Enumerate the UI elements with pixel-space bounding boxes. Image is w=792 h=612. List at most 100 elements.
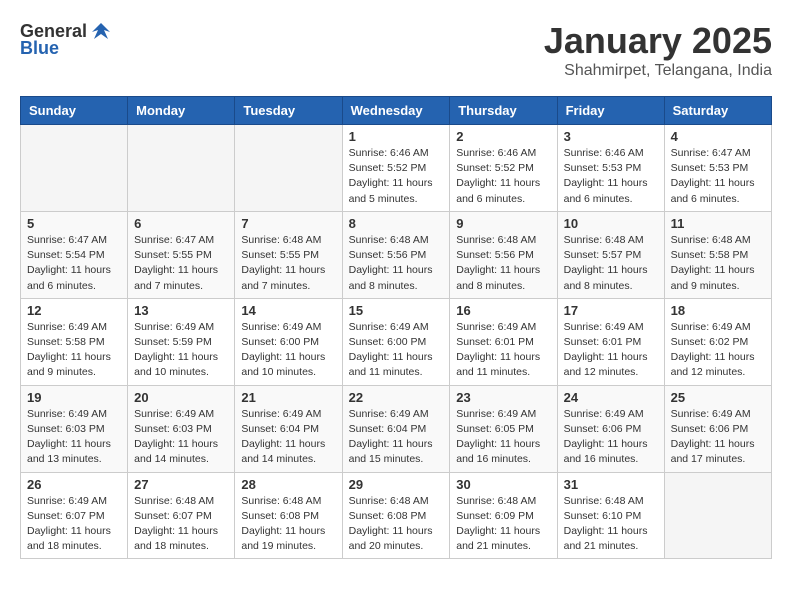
day-number: 9 (456, 216, 550, 231)
page-header: General Blue January 2025 Shahmirpet, Te… (20, 20, 772, 80)
week-row-3: 12 Sunrise: 6:49 AM Sunset: 5:58 PM Dayli… (21, 298, 772, 385)
day-info: Sunrise: 6:48 AM Sunset: 6:10 PM Dayligh… (564, 494, 658, 555)
calendar-cell: 20Sunrise: 6:49 AM Sunset: 6:03 PM Dayli… (128, 385, 235, 472)
calendar-cell: 19Sunrise: 6:49 AM Sunset: 6:03 PM Dayli… (21, 385, 128, 472)
day-number: 13 (134, 303, 228, 318)
day-number: 31 (564, 477, 658, 492)
day-info: Sunrise: 6:49 AM Sunset: 6:03 PM Dayligh… (134, 407, 228, 468)
location-text: Shahmirpet, Telangana, India (544, 62, 772, 80)
logo: General Blue (20, 20, 113, 59)
day-number: 1 (349, 129, 444, 144)
day-info: Sunrise: 6:48 AM Sunset: 6:07 PM Dayligh… (134, 494, 228, 555)
calendar-cell: 11 Sunrise: 6:48 AM Sunset: 5:58 PM Dayli… (664, 211, 771, 298)
calendar-cell: 10 Sunrise: 6:48 AM Sunset: 5:57 PM Dayli… (557, 211, 664, 298)
calendar-cell: 25Sunrise: 6:49 AM Sunset: 6:06 PM Dayli… (664, 385, 771, 472)
day-info: Sunrise: 6:49 AM Sunset: 6:04 PM Dayligh… (349, 407, 444, 468)
day-number: 19 (27, 390, 121, 405)
day-number: 25 (671, 390, 765, 405)
day-info: Sunrise: 6:49 AM Sunset: 6:05 PM Dayligh… (456, 407, 550, 468)
day-number: 16 (456, 303, 550, 318)
day-number: 17 (564, 303, 658, 318)
day-number: 2 (456, 129, 550, 144)
day-info: Sunrise: 6:49 AM Sunset: 6:00 PM Dayligh… (349, 320, 444, 381)
calendar-cell (128, 125, 235, 212)
day-info: Sunrise: 6:49 AM Sunset: 5:59 PM Dayligh… (134, 320, 228, 381)
calendar-cell (664, 472, 771, 559)
title-section: January 2025 Shahmirpet, Telangana, Indi… (544, 20, 772, 80)
day-info: Sunrise: 6:47 AM Sunset: 5:53 PM Dayligh… (671, 146, 765, 207)
day-number: 30 (456, 477, 550, 492)
day-number: 12 (27, 303, 121, 318)
day-number: 10 (564, 216, 658, 231)
day-number: 22 (349, 390, 444, 405)
day-number: 23 (456, 390, 550, 405)
day-info: Sunrise: 6:48 AM Sunset: 5:56 PM Dayligh… (456, 233, 550, 294)
day-info: Sunrise: 6:49 AM Sunset: 6:04 PM Dayligh… (241, 407, 335, 468)
day-info: Sunrise: 6:49 AM Sunset: 6:00 PM Dayligh… (241, 320, 335, 381)
day-info: Sunrise: 6:48 AM Sunset: 6:09 PM Dayligh… (456, 494, 550, 555)
calendar-cell: 2 Sunrise: 6:46 AM Sunset: 5:52 PM Daylig… (450, 125, 557, 212)
weekday-header-row: SundayMondayTuesdayWednesdayThursdayFrid… (21, 97, 772, 125)
day-info: Sunrise: 6:47 AM Sunset: 5:54 PM Dayligh… (27, 233, 121, 294)
calendar-cell: 6Sunrise: 6:47 AM Sunset: 5:55 PM Daylig… (128, 211, 235, 298)
calendar-cell: 16 Sunrise: 6:49 AM Sunset: 6:01 PM Dayli… (450, 298, 557, 385)
day-number: 15 (349, 303, 444, 318)
day-number: 18 (671, 303, 765, 318)
day-number: 26 (27, 477, 121, 492)
weekday-header-tuesday: Tuesday (235, 97, 342, 125)
day-info: Sunrise: 6:49 AM Sunset: 5:58 PM Dayligh… (27, 320, 121, 381)
day-number: 21 (241, 390, 335, 405)
calendar-cell: 13 Sunrise: 6:49 AM Sunset: 5:59 PM Dayli… (128, 298, 235, 385)
calendar-cell: 23 Sunrise: 6:49 AM Sunset: 6:05 PM Dayli… (450, 385, 557, 472)
day-info: Sunrise: 6:46 AM Sunset: 5:52 PM Dayligh… (349, 146, 444, 207)
day-info: Sunrise: 6:48 AM Sunset: 6:08 PM Dayligh… (241, 494, 335, 555)
week-row-4: 19 Sunrise: 6:49 AM Sunset: 6:03 PM Dayli… (21, 385, 772, 472)
day-number: 3 (564, 129, 658, 144)
day-info: Sunrise: 6:48 AM Sunset: 5:57 PM Dayligh… (564, 233, 658, 294)
calendar-cell: 5 Sunrise: 6:47 AM Sunset: 5:54 PM Daylig… (21, 211, 128, 298)
day-number: 5 (27, 216, 121, 231)
calendar-cell: 15 Sunrise: 6:49 AM Sunset: 6:00 PM Dayli… (342, 298, 450, 385)
day-number: 8 (349, 216, 444, 231)
day-number: 6 (134, 216, 228, 231)
day-info: Sunrise: 6:49 AM Sunset: 6:01 PM Dayligh… (456, 320, 550, 381)
calendar-cell: 21 Sunrise: 6:49 AM Sunset: 6:04 PM Dayli… (235, 385, 342, 472)
day-number: 11 (671, 216, 765, 231)
weekday-header-monday: Monday (128, 97, 235, 125)
calendar-table: SundayMondayTuesdayWednesdayThursdayFrid… (20, 96, 772, 559)
day-info: Sunrise: 6:49 AM Sunset: 6:01 PM Dayligh… (564, 320, 658, 381)
calendar-cell: 17 Sunrise: 6:49 AM Sunset: 6:01 PM Dayli… (557, 298, 664, 385)
weekday-header-friday: Friday (557, 97, 664, 125)
day-number: 4 (671, 129, 765, 144)
day-info: Sunrise: 6:46 AM Sunset: 5:52 PM Dayligh… (456, 146, 550, 207)
month-title: January 2025 (544, 20, 772, 62)
calendar-cell: 12 Sunrise: 6:49 AM Sunset: 5:58 PM Dayli… (21, 298, 128, 385)
calendar-cell: 29Sunrise: 6:48 AM Sunset: 6:08 PM Dayli… (342, 472, 450, 559)
logo-bird-icon (90, 20, 112, 42)
calendar-cell (21, 125, 128, 212)
calendar-cell: 31 Sunrise: 6:48 AM Sunset: 6:10 PM Dayli… (557, 472, 664, 559)
day-info: Sunrise: 6:48 AM Sunset: 6:08 PM Dayligh… (349, 494, 444, 555)
day-info: Sunrise: 6:48 AM Sunset: 5:56 PM Dayligh… (349, 233, 444, 294)
calendar-cell: 30 Sunrise: 6:48 AM Sunset: 6:09 PM Dayli… (450, 472, 557, 559)
weekday-header-saturday: Saturday (664, 97, 771, 125)
calendar-cell: 14Sunrise: 6:49 AM Sunset: 6:00 PM Dayli… (235, 298, 342, 385)
calendar-cell: 26 Sunrise: 6:49 AM Sunset: 6:07 PM Dayli… (21, 472, 128, 559)
day-number: 24 (564, 390, 658, 405)
day-info: Sunrise: 6:48 AM Sunset: 5:55 PM Dayligh… (241, 233, 335, 294)
calendar-cell: 4 Sunrise: 6:47 AM Sunset: 5:53 PM Daylig… (664, 125, 771, 212)
weekday-header-sunday: Sunday (21, 97, 128, 125)
day-info: Sunrise: 6:46 AM Sunset: 5:53 PM Dayligh… (564, 146, 658, 207)
day-info: Sunrise: 6:48 AM Sunset: 5:58 PM Dayligh… (671, 233, 765, 294)
calendar-cell: 3 Sunrise: 6:46 AM Sunset: 5:53 PM Daylig… (557, 125, 664, 212)
day-number: 28 (241, 477, 335, 492)
calendar-cell: 18 Sunrise: 6:49 AM Sunset: 6:02 PM Dayli… (664, 298, 771, 385)
day-info: Sunrise: 6:49 AM Sunset: 6:02 PM Dayligh… (671, 320, 765, 381)
calendar-cell (235, 125, 342, 212)
day-info: Sunrise: 6:49 AM Sunset: 6:07 PM Dayligh… (27, 494, 121, 555)
calendar-cell: 1 Sunrise: 6:46 AM Sunset: 5:52 PM Daylig… (342, 125, 450, 212)
calendar-cell: 27Sunrise: 6:48 AM Sunset: 6:07 PM Dayli… (128, 472, 235, 559)
week-row-1: 1 Sunrise: 6:46 AM Sunset: 5:52 PM Daylig… (21, 125, 772, 212)
calendar-cell: 8 Sunrise: 6:48 AM Sunset: 5:56 PM Daylig… (342, 211, 450, 298)
calendar-cell: 24Sunrise: 6:49 AM Sunset: 6:06 PM Dayli… (557, 385, 664, 472)
